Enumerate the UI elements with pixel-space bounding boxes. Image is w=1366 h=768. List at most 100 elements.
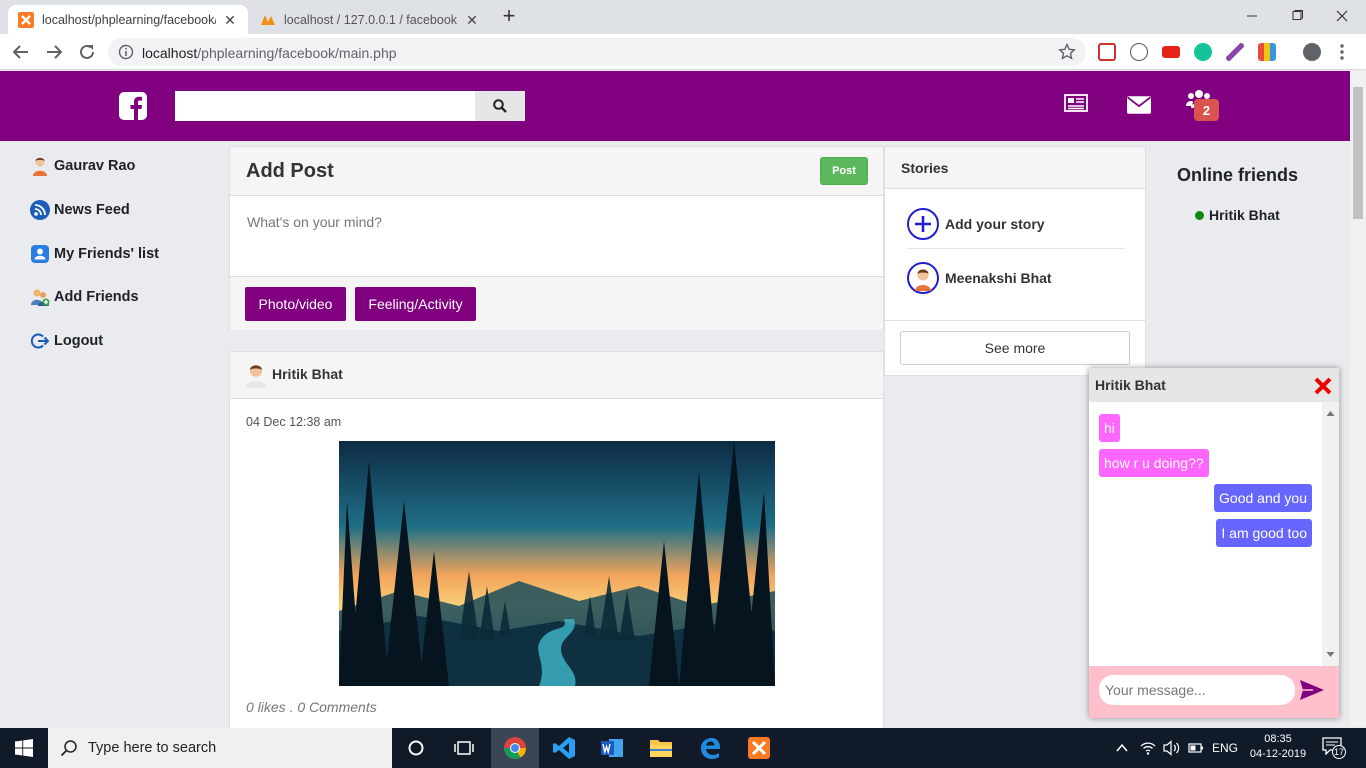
taskbar-search-placeholder: Type here to search	[88, 740, 217, 756]
start-button[interactable]	[0, 728, 48, 768]
sidebar-item-news-feed[interactable]: News Feed	[30, 200, 130, 220]
online-friend-item[interactable]: Hritik Bhat	[1195, 207, 1280, 223]
post-textarea[interactable]	[230, 196, 883, 276]
post-card: Hritik Bhat 04 Dec 12:38 am 0 likes . 0 …	[229, 351, 884, 731]
sidebar-item-profile[interactable]: Gaurav Rao	[30, 156, 135, 176]
vscode-icon	[553, 737, 575, 759]
forward-button[interactable]	[42, 40, 66, 64]
volume-icon[interactable]	[1163, 740, 1181, 756]
tab-title: localhost / 127.0.0.1 / facebook /	[284, 12, 458, 27]
chat-message-input[interactable]	[1099, 675, 1295, 705]
post-image[interactable]	[339, 441, 775, 686]
add-post-header: Add Post Post	[230, 147, 883, 196]
profile-avatar-icon[interactable]	[1303, 43, 1321, 61]
battery-icon[interactable]	[1188, 741, 1204, 755]
url-text: localhost/phplearning/facebook/main.php	[142, 45, 397, 61]
page-scrollbar[interactable]	[1350, 71, 1366, 727]
task-view-icon	[454, 741, 474, 755]
chat-scrollbar[interactable]	[1322, 402, 1339, 666]
xampp-icon	[748, 737, 770, 759]
new-tab-button[interactable]: +	[498, 5, 520, 28]
chat-messages: hi how r u doing?? Good and you I am goo…	[1089, 402, 1322, 666]
taskbar-file-explorer[interactable]	[637, 728, 685, 768]
tab-phpmyadmin[interactable]: localhost / 127.0.0.1 / facebook / ✕	[250, 5, 490, 34]
tab-close-icon[interactable]: ✕	[222, 12, 238, 28]
sidebar-item-friends-list[interactable]: My Friends' list	[30, 244, 159, 264]
send-icon[interactable]	[1299, 678, 1325, 702]
input-language[interactable]: ENG	[1212, 741, 1238, 755]
newspaper-icon[interactable]	[1064, 92, 1088, 114]
taskbar-chrome[interactable]	[491, 728, 539, 768]
taskbar-vscode[interactable]	[540, 728, 588, 768]
reload-icon	[80, 44, 94, 59]
add-circle-icon	[907, 208, 939, 240]
sidebar-item-add-friends[interactable]: Add Friends	[30, 287, 139, 307]
taskbar-search[interactable]: Type here to search	[48, 728, 392, 768]
address-bar[interactable]: localhost/phplearning/facebook/main.php	[108, 38, 1086, 66]
post-date: 04 Dec 12:38 am	[246, 415, 342, 429]
devtools-extension-icon[interactable]	[1130, 43, 1148, 61]
show-hidden-icons-chevron-icon[interactable]	[1116, 743, 1128, 753]
photo-video-button[interactable]: Photo/video	[245, 287, 346, 321]
notification-count: 17	[1332, 745, 1346, 759]
facebook-logo-icon[interactable]	[119, 92, 147, 120]
chat-message-outgoing: Good and you	[1214, 484, 1312, 512]
close-window-button[interactable]	[1320, 4, 1364, 28]
tab-facebook-main[interactable]: localhost/phplearning/facebook/ ✕	[8, 5, 248, 34]
add-story-item[interactable]: Add your story	[907, 198, 1125, 250]
cortana-button[interactable]	[392, 728, 440, 768]
chat-window: Hritik Bhat hi how r u doing?? Good and …	[1089, 368, 1339, 718]
pocket-extension-icon[interactable]	[1098, 43, 1116, 61]
chat-header: Hritik Bhat	[1089, 368, 1339, 402]
add-friends-icon	[30, 287, 50, 307]
colorzilla-extension-icon[interactable]	[1258, 43, 1276, 61]
post-header: Hritik Bhat	[230, 352, 883, 399]
chat-message-outgoing: I am good too	[1216, 519, 1312, 547]
post-stats: 0 likes . 0 Comments	[246, 699, 377, 715]
online-friend-name: Hritik Bhat	[1209, 207, 1280, 223]
site-header: 2	[0, 71, 1350, 141]
browser-menu-button[interactable]	[1330, 40, 1354, 64]
search-input[interactable]	[175, 91, 475, 121]
minimize-button[interactable]	[1230, 4, 1274, 28]
cortana-circle-icon	[408, 740, 424, 756]
post-button[interactable]: Post	[820, 157, 868, 185]
back-button[interactable]	[9, 40, 33, 64]
search-icon	[493, 99, 507, 113]
tab-title: localhost/phplearning/facebook/	[42, 12, 216, 27]
chrome-icon	[504, 737, 526, 759]
search-button[interactable]	[475, 91, 525, 121]
sidebar-item-logout[interactable]: Logout	[30, 331, 103, 351]
sidebar-item-label: Gaurav Rao	[54, 158, 136, 174]
post-author[interactable]: Hritik Bhat	[272, 366, 343, 382]
action-center-button[interactable]: 17	[1322, 737, 1346, 759]
close-chat-icon[interactable]	[1313, 376, 1333, 396]
forward-arrow-icon	[47, 45, 63, 59]
word-icon	[601, 739, 623, 757]
pen-extension-icon[interactable]	[1226, 43, 1244, 61]
grammarly-extension-icon[interactable]	[1194, 43, 1212, 61]
feeling-activity-button[interactable]: Feeling/Activity	[355, 287, 476, 321]
messages-envelope-icon[interactable]	[1127, 94, 1151, 116]
see-more-button[interactable]: See more	[900, 331, 1130, 365]
taskbar-clock[interactable]: 08:35 04-12-2019	[1244, 732, 1312, 762]
taskbar-word[interactable]	[588, 728, 636, 768]
task-view-button[interactable]	[440, 728, 488, 768]
url-path: /phplearning/facebook/main.php	[197, 45, 397, 61]
youtube-extension-icon[interactable]	[1162, 46, 1180, 58]
taskbar-edge[interactable]	[686, 728, 734, 768]
clock-date: 04-12-2019	[1249, 748, 1307, 760]
wifi-icon[interactable]	[1140, 740, 1156, 756]
search-icon	[60, 740, 77, 757]
tab-close-icon[interactable]: ✕	[464, 12, 480, 28]
info-icon[interactable]	[118, 44, 134, 60]
taskbar-xampp[interactable]	[735, 728, 783, 768]
bookmark-star-icon[interactable]	[1058, 43, 1076, 61]
maximize-button[interactable]	[1275, 4, 1319, 28]
story-item[interactable]: Meenakshi Bhat	[907, 252, 1125, 304]
reload-button[interactable]	[75, 40, 99, 64]
sidebar-item-label: Add Friends	[54, 289, 139, 305]
page-scrollbar-thumb[interactable]	[1353, 87, 1363, 219]
online-friends-title: Online friends	[1177, 165, 1299, 185]
browser-tab-strip: localhost/phplearning/facebook/ ✕ localh…	[0, 0, 1366, 34]
